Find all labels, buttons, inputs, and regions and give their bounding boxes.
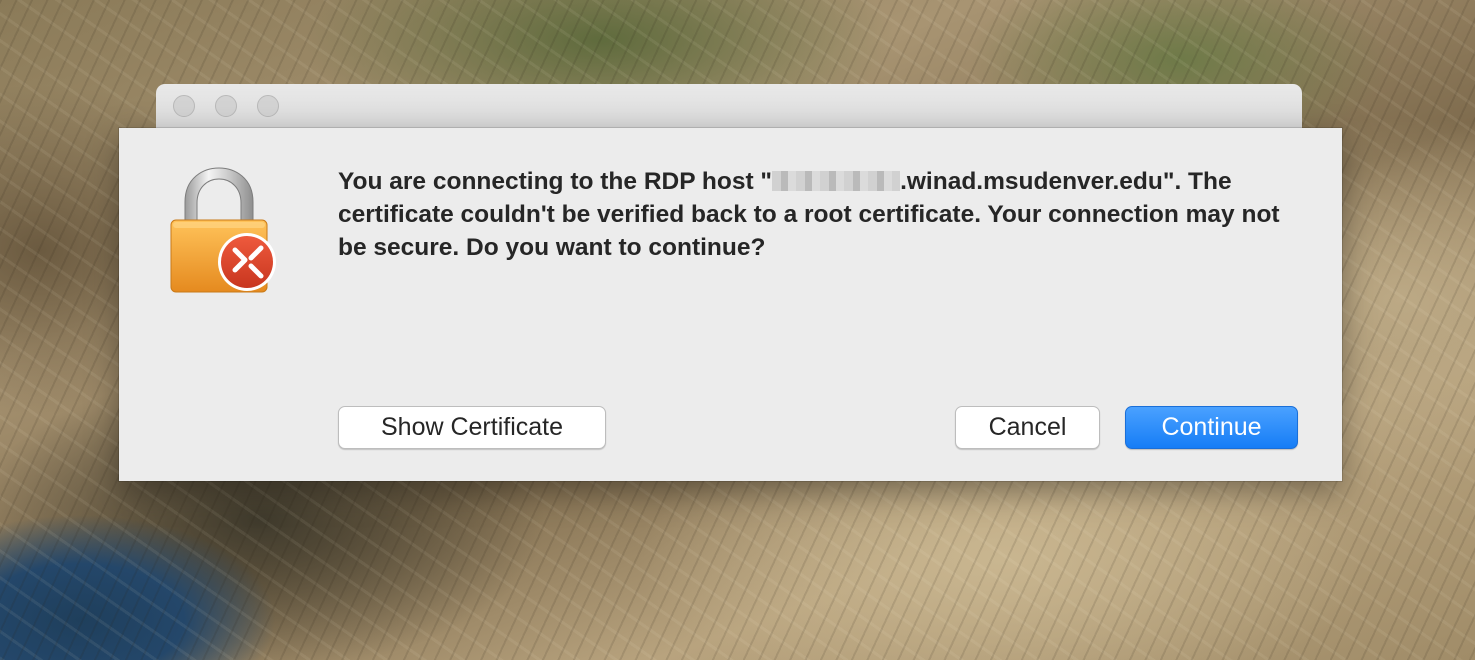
show-certificate-button[interactable]: Show Certificate [338,406,606,449]
message-prefix: You are connecting to the RDP host " [338,168,773,195]
cancel-button[interactable]: Cancel [955,406,1100,449]
host-domain: .winad.msudenver.edu [900,168,1163,195]
lock-with-remote-desktop-badge-icon [167,166,282,296]
certificate-warning-dialog: You are connecting to the RDP host " .win… [119,128,1342,481]
dialog-message: You are connecting to the RDP host " .win… [338,165,1298,264]
minimize-window-button[interactable] [215,95,237,117]
zoom-window-button[interactable] [257,95,279,117]
close-window-button[interactable] [173,95,195,117]
redacted-hostname [772,171,901,191]
continue-button[interactable]: Continue [1125,406,1298,449]
